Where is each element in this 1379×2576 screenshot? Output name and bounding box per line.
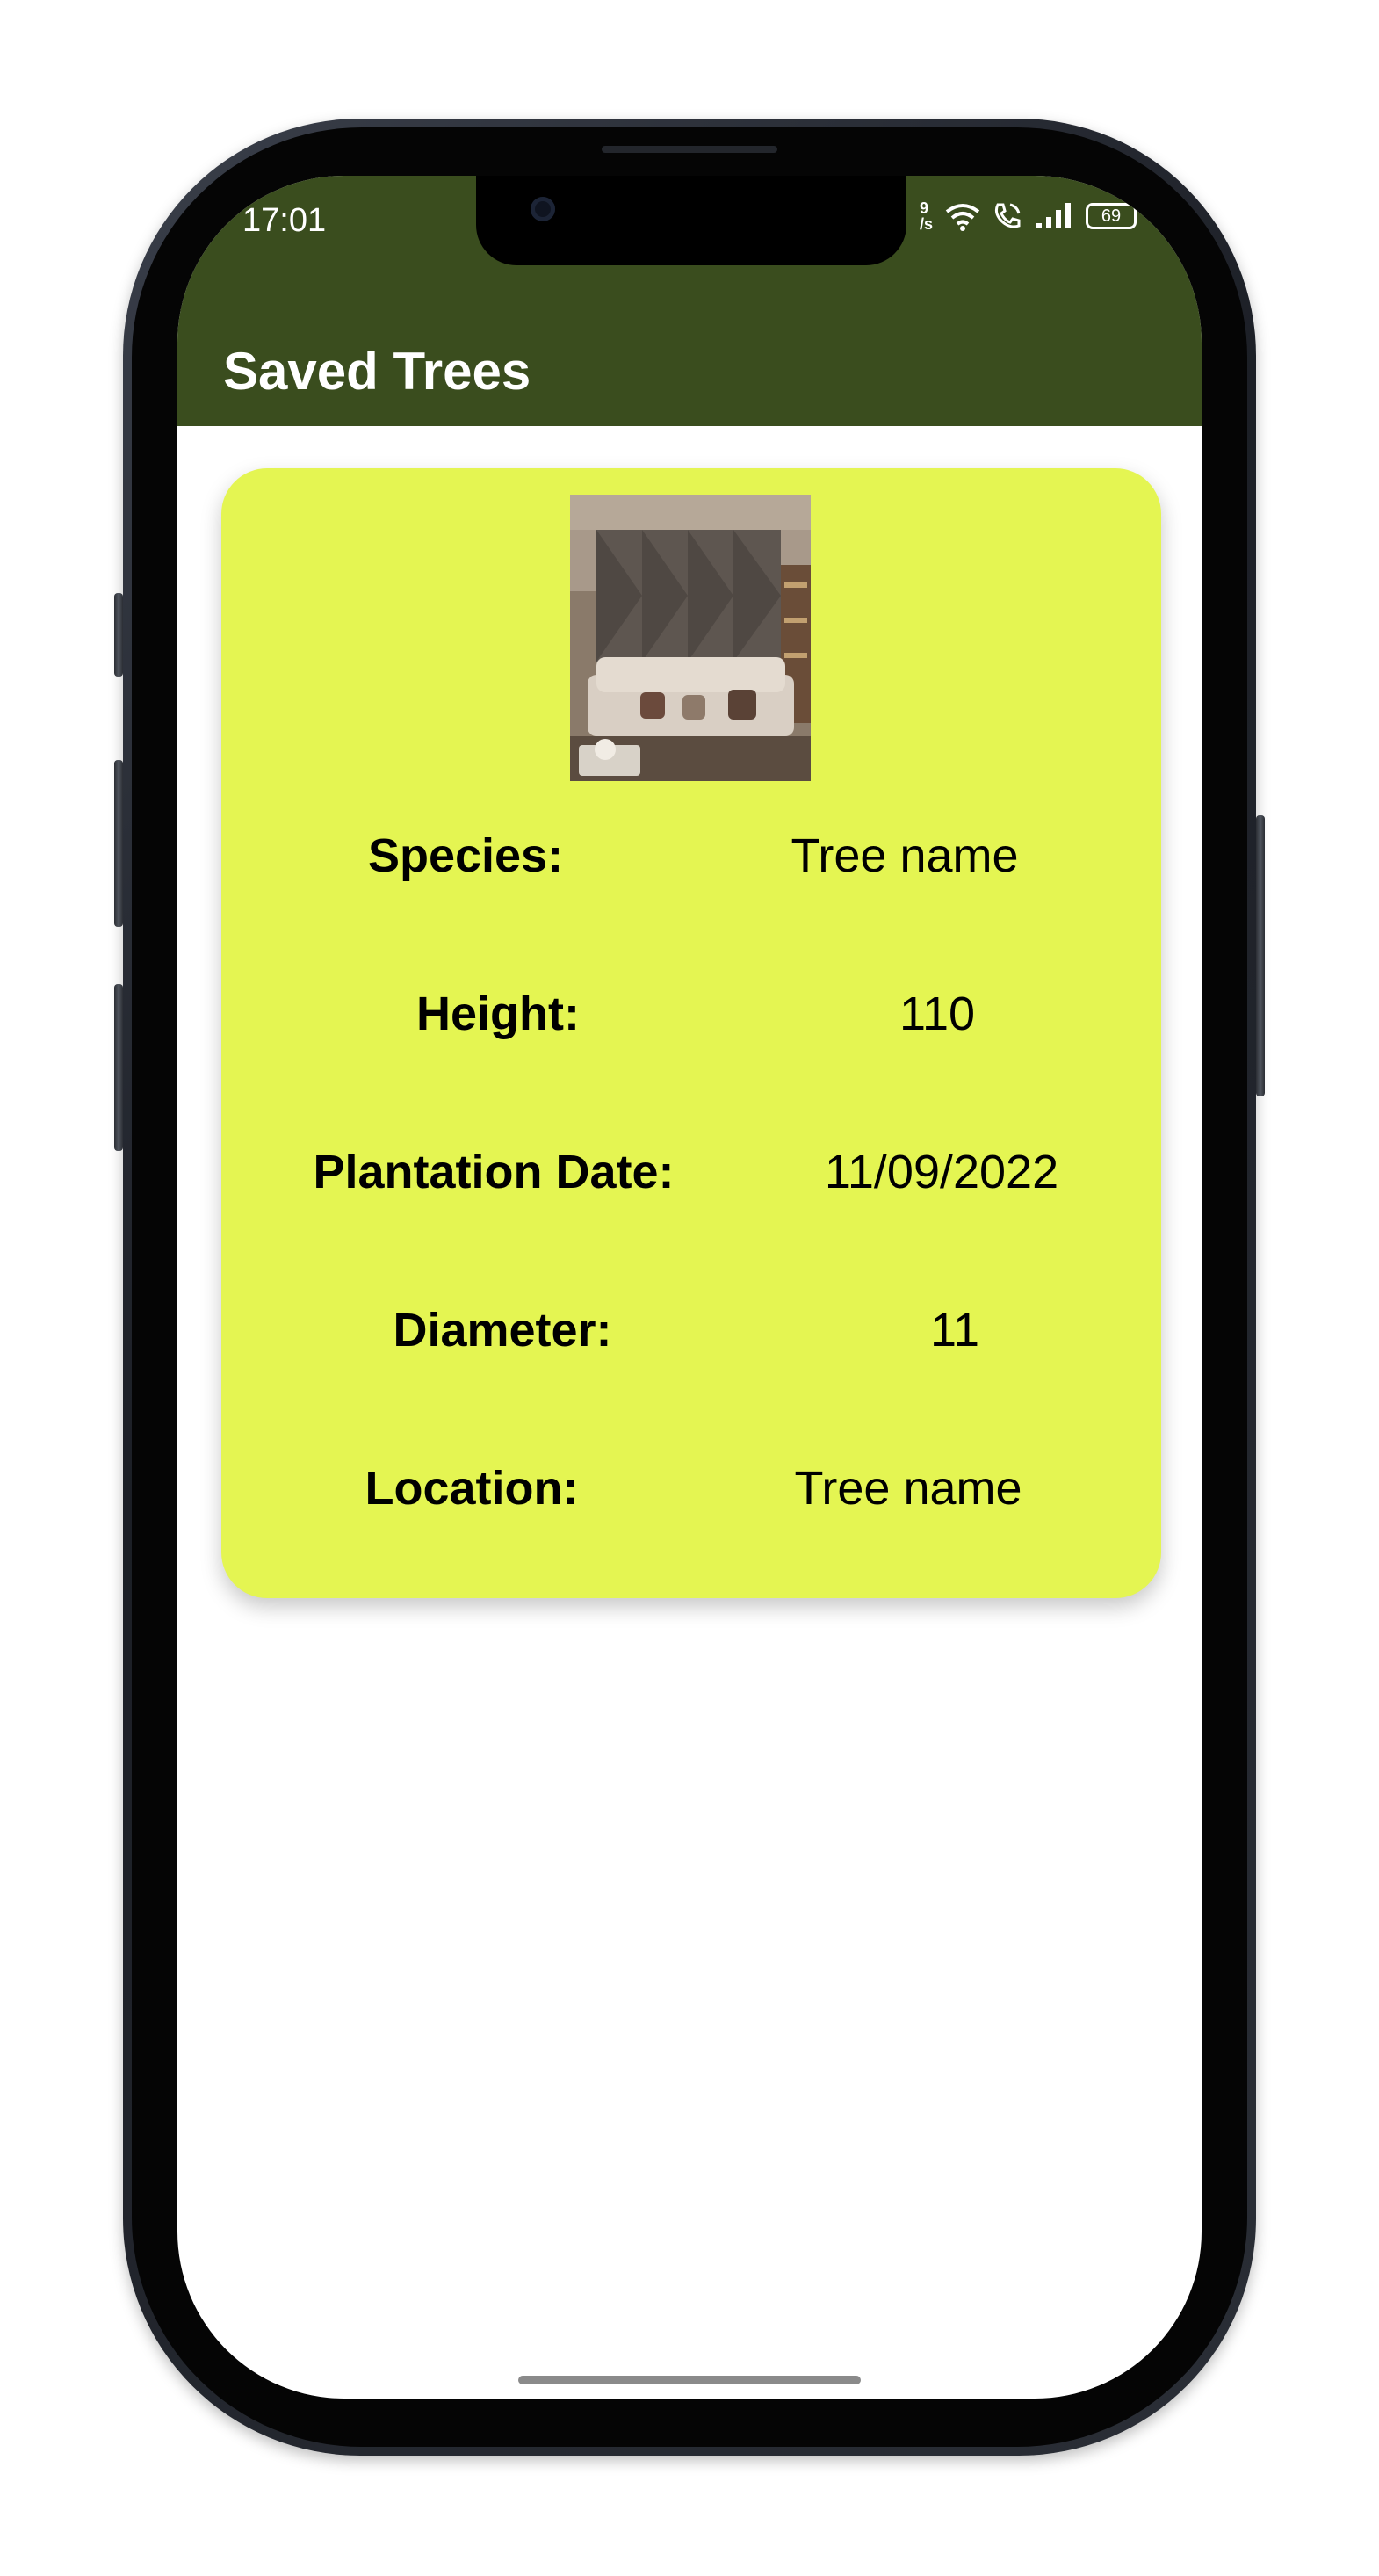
species-value: Tree name <box>791 829 1019 882</box>
info-row-location: Location: Tree name <box>221 1461 1161 1531</box>
tree-card[interactable]: Species: Tree name Height: 110 Plantatio… <box>221 468 1161 1598</box>
tree-image <box>570 495 811 781</box>
location-value: Tree name <box>794 1462 1022 1515</box>
wifi-icon <box>945 204 980 231</box>
earpiece-speaker <box>602 146 777 153</box>
battery-level: 69 <box>1101 206 1122 226</box>
info-row-diameter: Diameter: 11 <box>221 1303 1161 1373</box>
phone-screen: 17:01 9 /s 69 Saved Trees Species: Tree … <box>177 176 1202 2399</box>
height-label: Height: <box>416 988 580 1040</box>
front-camera-icon <box>531 197 555 221</box>
height-value: 110 <box>899 988 976 1040</box>
plantation-date-label: Plantation Date: <box>313 1146 675 1198</box>
diameter-label: Diameter: <box>393 1304 612 1357</box>
volume-down-button <box>114 984 123 1151</box>
info-row-species: Species: Tree name <box>221 829 1161 899</box>
camera-notch <box>476 176 906 265</box>
mute-switch <box>114 593 123 677</box>
network-speed-unit: /s <box>919 215 933 233</box>
info-row-plantation-date: Plantation Date: 11/09/2022 <box>221 1145 1161 1215</box>
page-title: Saved Trees <box>223 342 531 401</box>
status-icons: 9 /s 69 <box>920 200 1137 232</box>
tree-photo <box>570 495 811 781</box>
info-row-height: Height: 110 <box>221 987 1161 1057</box>
signal-icon <box>1036 203 1071 228</box>
network-speed: 9 /s <box>920 200 933 232</box>
power-button <box>1256 815 1265 1096</box>
status-time: 17:01 <box>242 202 327 239</box>
app-bar: Saved Trees <box>177 308 1202 426</box>
wifi-call-icon <box>994 203 1021 228</box>
home-indicator[interactable] <box>518 2376 861 2384</box>
status-bar: 17:01 9 /s 69 <box>177 176 1202 308</box>
network-speed-value: 9 <box>919 199 928 217</box>
plantation-date-value: 11/09/2022 <box>824 1146 1059 1198</box>
diameter-value: 11 <box>929 1304 980 1357</box>
volume-up-button <box>114 760 123 927</box>
location-label: Location: <box>365 1462 579 1515</box>
battery-icon: 69 <box>1086 203 1137 229</box>
species-label: Species: <box>367 829 564 882</box>
